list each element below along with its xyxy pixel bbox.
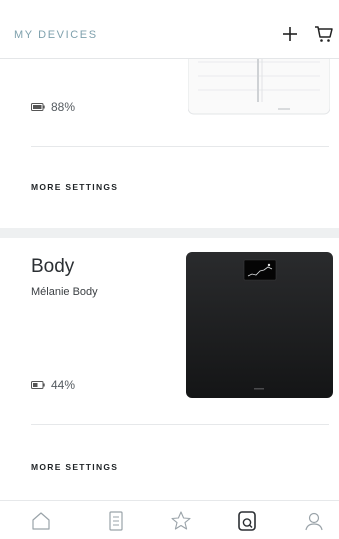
battery-status: 88% [31,100,75,114]
battery-level: 88% [51,100,76,114]
device-card: 88% MORE SETTINGS [0,37,339,228]
divider [31,424,329,425]
tab-programs[interactable] [169,509,193,533]
profile-icon [305,512,323,531]
battery-status: 44% [31,378,75,392]
plus-icon [283,27,297,41]
more-settings-link[interactable]: MORE SETTINGS [31,182,118,192]
tab-profile[interactable] [302,509,326,533]
tab-timeline[interactable] [104,509,128,533]
device-owner: Mélanie Body [31,286,98,298]
tab-bar [0,500,339,539]
white-scale-image [187,37,331,116]
home-icon [32,512,50,530]
battery-icon [31,103,45,111]
tab-home[interactable] [29,509,53,533]
add-device-button[interactable] [280,24,300,44]
more-settings-link[interactable]: MORE SETTINGS [31,462,118,472]
tab-devices[interactable] [235,509,259,533]
shop-button[interactable] [314,24,334,44]
timeline-icon [109,511,123,531]
divider [31,146,329,147]
device-name: Body [31,256,75,277]
black-scale-image[interactable] [186,252,333,398]
page-title: MY DEVICES [14,29,98,41]
battery-level: 44% [51,378,76,392]
header: MY DEVICES [0,0,339,59]
cart-icon [315,26,333,42]
star-icon [171,511,191,530]
battery-icon [31,381,45,389]
devices-icon [238,511,256,531]
device-card: Body Mélanie Body 44% MORE SETTINGS [0,238,339,500]
